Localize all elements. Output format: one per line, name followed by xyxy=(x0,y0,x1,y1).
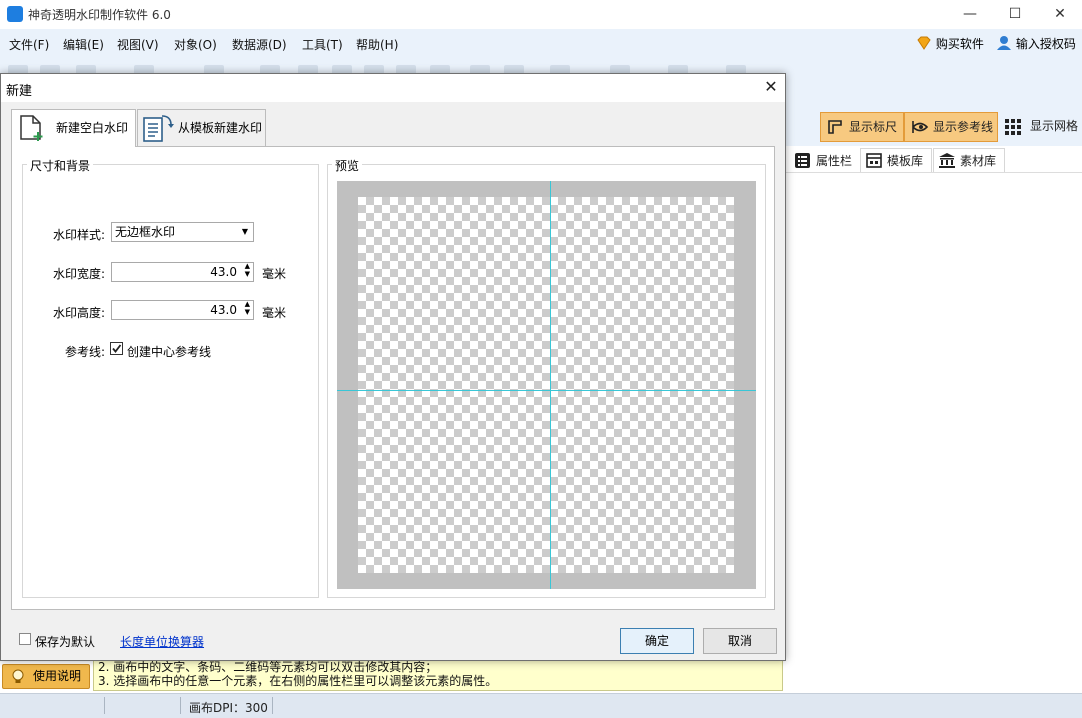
tab-new-blank-label: 新建空白水印 xyxy=(56,121,129,135)
eye-guide-icon xyxy=(912,121,929,133)
help-line: 3. 选择画布中的任意一个元素，在右侧的属性栏里可以调整该元素的属性。 xyxy=(98,674,498,688)
preview-group-label: 预览 xyxy=(332,157,363,174)
transparent-checkerboard xyxy=(358,197,734,573)
watermark-height-value: 43.0 xyxy=(210,303,237,317)
user-guide-label: 使用说明 xyxy=(33,669,82,683)
menu-file[interactable]: 文件(F) xyxy=(9,36,49,53)
width-unit: 毫米 xyxy=(262,267,287,281)
show-guides-label: 显示参考线 xyxy=(933,120,994,134)
tab-materials[interactable]: 素材库 xyxy=(933,148,1005,172)
new-document-icon xyxy=(20,115,43,141)
diamond-icon xyxy=(917,36,931,50)
menu-edit[interactable]: 编辑(E) xyxy=(63,36,104,53)
template-doc-icon xyxy=(143,115,174,142)
dialog-title: 新建 xyxy=(6,84,33,99)
watermark-width-value: 43.0 xyxy=(210,265,237,279)
show-grid-label: 显示网格 xyxy=(1030,119,1079,133)
watermark-width-label: 水印宽度: xyxy=(52,267,105,281)
dropdown-arrow-icon: ▼ xyxy=(241,227,248,236)
buy-software-label: 购买软件 xyxy=(935,37,984,51)
tab-properties[interactable]: 属性栏 xyxy=(789,148,859,172)
list-icon xyxy=(795,153,810,168)
status-divider xyxy=(180,697,181,714)
status-bar xyxy=(0,693,1082,718)
center-guide-checkbox-label[interactable]: 创建中心参考线 xyxy=(127,343,211,360)
height-unit: 毫米 xyxy=(262,306,287,320)
show-grid-toggle[interactable]: 显示网格 xyxy=(1002,112,1078,142)
watermark-style-value: 无边框水印 xyxy=(115,225,176,239)
tab-properties-label: 属性栏 xyxy=(816,154,853,168)
horizontal-guide-line xyxy=(337,390,756,391)
guide-line-label: 参考线: xyxy=(64,345,105,359)
menu-view[interactable]: 视图(V) xyxy=(117,36,159,53)
watermark-style-label: 水印样式: xyxy=(52,228,105,242)
save-default-checkbox[interactable] xyxy=(19,633,31,645)
tab-new-from-template[interactable]: 从模板新建水印 xyxy=(137,109,266,146)
user-guide-button[interactable]: 使用说明 xyxy=(2,664,90,689)
ruler-icon xyxy=(828,120,842,134)
checkmark-icon xyxy=(112,344,122,353)
tab-new-blank[interactable]: 新建空白水印 xyxy=(11,109,136,147)
app-logo-icon xyxy=(7,6,23,22)
watermark-height-label: 水印高度: xyxy=(52,306,105,320)
tab-materials-label: 素材库 xyxy=(960,154,997,168)
status-divider xyxy=(272,697,273,714)
center-guide-checkbox[interactable] xyxy=(110,342,123,355)
spin-arrows-icon[interactable]: ▲ ▼ xyxy=(245,300,250,316)
lightbulb-icon xyxy=(12,669,24,683)
template-icon xyxy=(866,153,882,168)
canvas-dpi: 画布DPI：300 xyxy=(189,701,268,715)
dialog-title-bar xyxy=(1,74,785,102)
size-background-group-label: 尺寸和背景 xyxy=(27,157,94,174)
watermark-height-input[interactable]: 43.0 ▲ ▼ xyxy=(111,300,254,320)
grid-icon xyxy=(1005,119,1021,135)
help-text-box: 2. 画布中的文字、条码、二维码等元素均可以双击修改其内容； 3. 选择画布中的… xyxy=(93,657,783,691)
vertical-guide-line xyxy=(550,181,551,589)
dialog-close-button[interactable]: ✕ xyxy=(757,74,785,102)
minimize-button[interactable]: — xyxy=(947,0,993,29)
close-window-button[interactable]: ✕ xyxy=(1037,0,1082,29)
enter-license-label: 输入授权码 xyxy=(1015,37,1076,51)
show-ruler-label: 显示标尺 xyxy=(849,120,898,134)
user-icon xyxy=(997,36,1011,50)
app-title: 神奇透明水印制作软件 6.0 xyxy=(28,8,171,22)
tab-new-from-template-label: 从模板新建水印 xyxy=(178,121,263,135)
menu-datasource[interactable]: 数据源(D) xyxy=(232,36,287,53)
watermark-width-input[interactable]: 43.0 ▲ ▼ xyxy=(111,262,254,282)
menu-tools[interactable]: 工具(T) xyxy=(302,36,343,53)
tab-templates[interactable]: 模板库 xyxy=(860,148,932,172)
watermark-style-select[interactable]: 无边框水印 ▼ xyxy=(111,222,254,242)
unit-converter-link[interactable]: 长度单位换算器 xyxy=(120,633,204,650)
museum-icon xyxy=(939,153,955,168)
cancel-button[interactable]: 取消 xyxy=(703,628,777,654)
buy-software-button[interactable]: 购买软件 xyxy=(916,35,984,52)
help-line: 2. 画布中的文字、条码、二维码等元素均可以双击修改其内容； xyxy=(98,660,438,674)
menu-help[interactable]: 帮助(H) xyxy=(356,36,398,53)
show-ruler-toggle[interactable]: 显示标尺 xyxy=(820,112,904,142)
ok-button[interactable]: 确定 xyxy=(620,628,694,654)
menu-object[interactable]: 对象(O) xyxy=(174,36,217,53)
spin-arrows-icon[interactable]: ▲ ▼ xyxy=(245,262,250,278)
show-guides-toggle[interactable]: 显示参考线 xyxy=(904,112,998,142)
save-default-label[interactable]: 保存为默认 xyxy=(35,633,95,650)
status-divider xyxy=(104,697,105,714)
enter-license-button[interactable]: 输入授权码 xyxy=(996,35,1076,52)
maximize-button[interactable]: ☐ xyxy=(992,0,1038,29)
tab-templates-label: 模板库 xyxy=(887,154,924,168)
